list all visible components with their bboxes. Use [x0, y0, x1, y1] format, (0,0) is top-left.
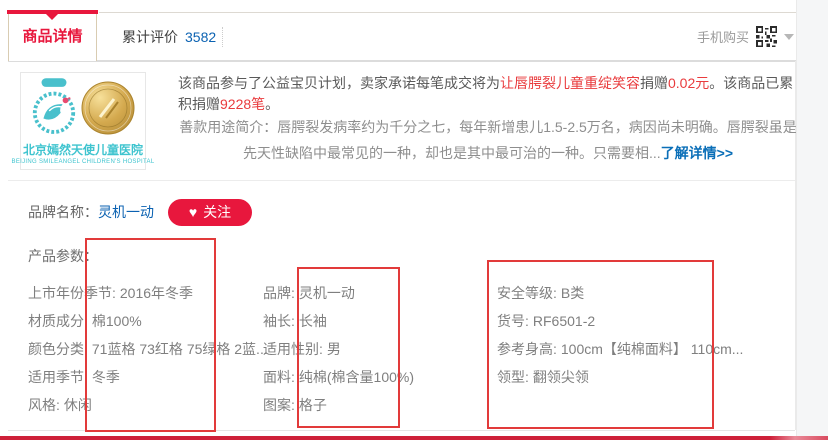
param-label: 面料:	[263, 369, 295, 385]
tab-reviews-label: 累计评价	[122, 27, 178, 47]
charity-amount: 0.02元	[668, 75, 709, 91]
param-label: 图案:	[263, 397, 295, 413]
follow-button[interactable]: ♥ 关注	[168, 199, 252, 226]
mobile-buy-label: 手机购买	[697, 27, 749, 46]
tab-reviews[interactable]: 累计评价 3582	[112, 13, 226, 60]
bottom-red-bar	[0, 436, 828, 440]
param-label: 袖长:	[263, 313, 295, 329]
gold-medal-icon	[80, 80, 136, 136]
tabbar-bottom-border	[8, 60, 797, 62]
param-label: 材质成分:	[28, 313, 88, 329]
param-label: 品牌:	[263, 285, 295, 301]
charity-text: 捐赠	[640, 75, 668, 91]
charity-text: 。	[265, 96, 279, 112]
hospital-name-cn: 北京嫣然天使儿童医院	[23, 141, 143, 158]
param-label: 风格:	[28, 397, 60, 413]
charity-usage-desc: 善款用途简介：唇腭裂发病率约为千分之七，每年新增患儿1.5-2.5万名，病因尚未…	[178, 114, 798, 166]
product-detail-page: 商品详情 累计评价 3582 手机购买	[0, 0, 828, 445]
hospital-logo: 北京嫣然天使儿童医院 BEIJING SMILEANGEL CHILDREN'S…	[20, 72, 146, 170]
reviews-count: 3582	[185, 29, 216, 45]
param-label: 颜色分类:	[28, 341, 88, 357]
chevron-down-icon	[784, 34, 794, 40]
mobile-buy-menu[interactable]: 手机购买	[697, 13, 794, 60]
charity-text: 该商品参与了公益宝贝计划，卖家承诺每笔成交将为	[178, 75, 500, 91]
qr-code-icon	[756, 26, 777, 47]
brand-row: 品牌名称： 灵机一动 ♥ 关注	[28, 197, 252, 227]
tab-product-detail[interactable]: 商品详情	[8, 13, 97, 61]
heart-icon: ♥	[189, 205, 197, 219]
annotation-box-3	[487, 260, 714, 429]
charity-highlight: 让唇腭裂儿童重绽笑容	[500, 75, 640, 91]
hospital-emblem-icon	[30, 77, 78, 139]
follow-button-label: 关注	[203, 202, 231, 222]
brand-label: 品牌名称：	[28, 202, 98, 222]
param-label: 适用季节:	[28, 369, 88, 385]
hospital-emblems	[30, 77, 136, 139]
section-divider	[8, 180, 795, 181]
annotation-box-2	[297, 267, 400, 428]
brand-name-link[interactable]: 灵机一动	[98, 202, 154, 222]
active-tab-arrow-icon	[46, 14, 58, 20]
page-gutter	[796, 0, 828, 436]
tabbar-divider	[222, 27, 223, 47]
annotation-box-1	[85, 238, 216, 432]
hospital-name-en: BEIJING SMILEANGEL CHILDREN'S HOSPITAL	[12, 159, 155, 165]
charity-statement: 该商品参与了公益宝贝计划，卖家承诺每笔成交将为让唇腭裂儿童重绽笑容捐赠0.02元…	[178, 73, 798, 115]
charity-donation-count: 9228笔	[220, 96, 265, 112]
learn-more-link[interactable]: 了解详情>>	[661, 145, 733, 161]
tab-product-detail-label: 商品详情	[22, 28, 82, 45]
